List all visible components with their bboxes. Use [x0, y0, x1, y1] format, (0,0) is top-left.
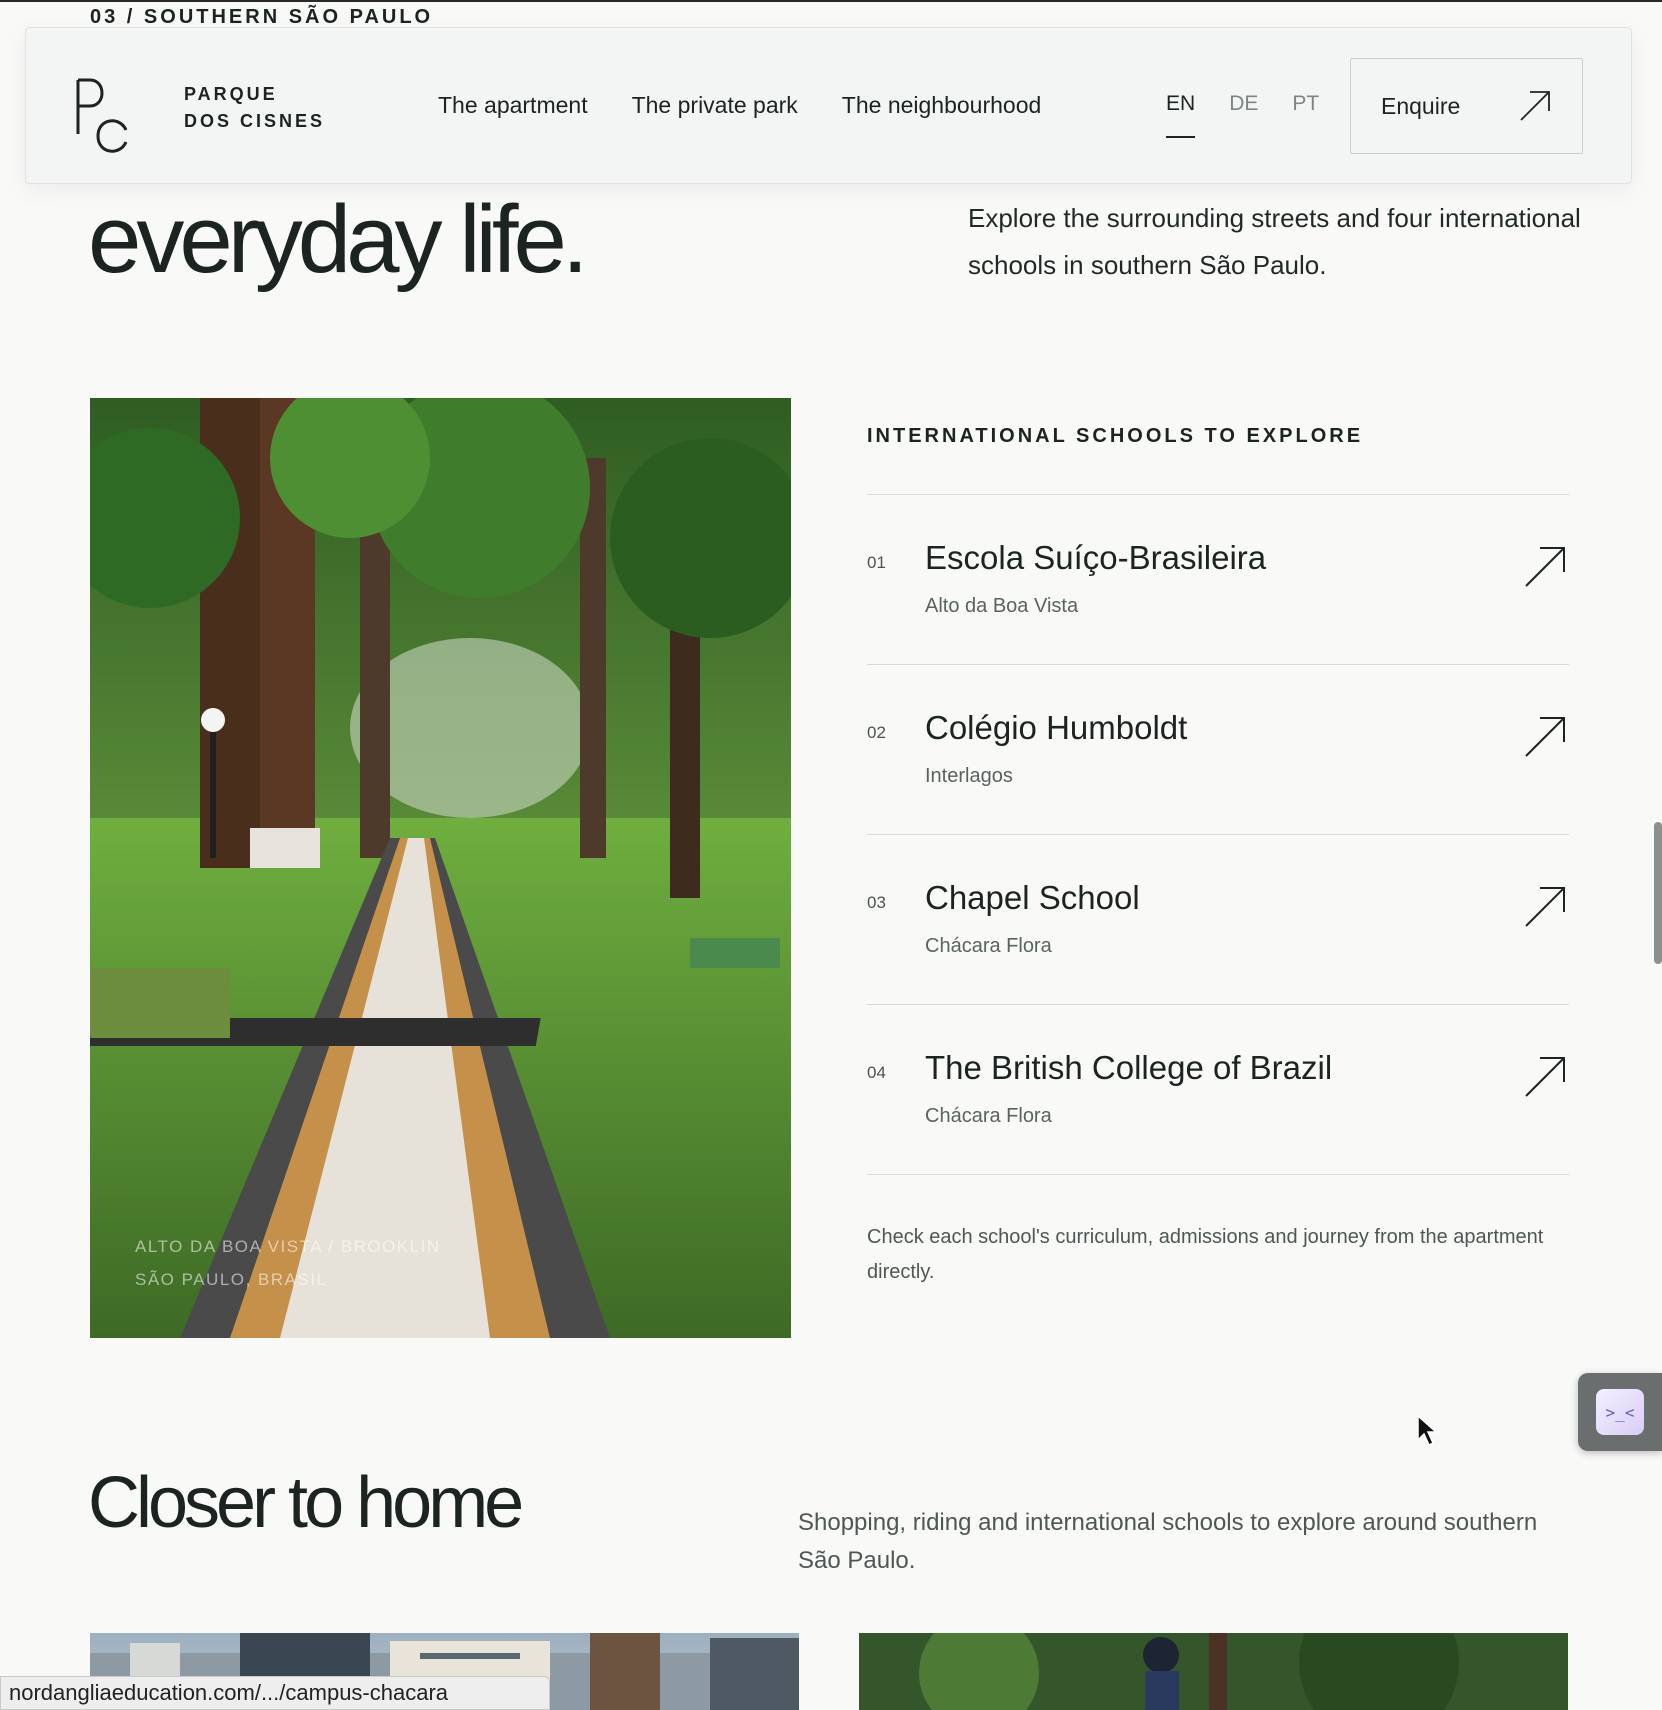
- school-name: The British College of Brazil: [925, 1049, 1333, 1086]
- school-area: Chácara Flora: [925, 1105, 1052, 1127]
- school-item[interactable]: 01 Escola Suíço-Brasileira Alto da Boa V…: [867, 495, 1569, 665]
- hero-title: everyday life.: [88, 186, 589, 293]
- schools-list: 01 Escola Suíço-Brasileira Alto da Boa V…: [867, 494, 1569, 1175]
- enquire-label: Enquire: [1381, 92, 1461, 119]
- school-number: 04: [867, 1063, 886, 1082]
- mouse-cursor-icon: [1417, 1414, 1438, 1447]
- arrow-up-right-icon: [1520, 91, 1550, 121]
- riding-image[interactable]: [859, 1633, 1568, 1710]
- riding-illustration: [859, 1633, 1568, 1710]
- chat-face-icon: >_<: [1596, 1389, 1644, 1435]
- photo-caption-line-2: SÃO PAULO, BRASIL: [135, 1270, 328, 1289]
- scrollbar[interactable]: [1638, 0, 1662, 1710]
- lang-de[interactable]: DE: [1229, 92, 1258, 116]
- arrow-up-right-icon: [1525, 1057, 1565, 1097]
- intro-text: Explore the surrounding streets and four…: [968, 203, 1581, 280]
- enquire-button[interactable]: Enquire: [1350, 58, 1583, 154]
- brand-line-2: DOS CISNES: [184, 111, 326, 131]
- schools-heading: INTERNATIONAL SCHOOLS TO EXPLORE: [867, 425, 1364, 447]
- school-name: Escola Suíço-Brasileira: [925, 539, 1267, 576]
- top-border: [0, 0, 1662, 2]
- arrow-up-right-icon: [1525, 887, 1565, 927]
- language-switcher: EN DE PT: [1166, 92, 1319, 138]
- school-number: 01: [867, 553, 886, 572]
- scrollbar-thumb[interactable]: [1654, 822, 1662, 964]
- school-area: Interlagos: [925, 765, 1013, 787]
- main-nav: The apartment The private park The neigh…: [438, 92, 1041, 119]
- park-path-photo: ALTO DA BOA VISTA / BROOKLIN SÃO PAULO, …: [90, 398, 791, 1338]
- closer-text: Shopping, riding and international schoo…: [798, 1509, 1538, 1574]
- school-item[interactable]: 04 The British College of Brazil Chácara…: [867, 1005, 1569, 1175]
- park-illustration: [90, 398, 791, 1338]
- schools-note: Check each school's curriculum, admissio…: [867, 1226, 1544, 1283]
- arrow-up-right-icon: [1525, 717, 1565, 757]
- school-item[interactable]: 03 Chapel School Chácara Flora: [867, 835, 1569, 1005]
- school-number: 02: [867, 723, 886, 742]
- closer-title: Closer to home: [88, 1463, 524, 1543]
- logo-icon[interactable]: [72, 76, 132, 156]
- school-name: Chapel School: [925, 879, 1140, 916]
- photo-caption-line-1: ALTO DA BOA VISTA / BROOKLIN: [135, 1237, 441, 1256]
- nav-item-apartment[interactable]: The apartment: [438, 92, 588, 119]
- section-label: 03 / SOUTHERN SÃO PAULO: [90, 6, 434, 28]
- chat-widget-button[interactable]: >_<: [1578, 1373, 1662, 1451]
- arrow-up-right-icon: [1525, 547, 1565, 587]
- brand-name[interactable]: PARQUE DOS CISNES: [184, 81, 325, 135]
- school-area: Chácara Flora: [925, 935, 1052, 957]
- nav-item-private-park[interactable]: The private park: [632, 92, 798, 119]
- site-header: PARQUE DOS CISNES The apartment The priv…: [25, 27, 1632, 184]
- photo-caption: ALTO DA BOA VISTA / BROOKLIN SÃO PAULO, …: [135, 1230, 441, 1296]
- link-status-bar: nordangliaeducation.com/.../campus-chaca…: [0, 1676, 550, 1710]
- lang-en[interactable]: EN: [1166, 92, 1196, 138]
- school-number: 03: [867, 893, 886, 912]
- lang-pt[interactable]: PT: [1292, 92, 1319, 116]
- brand-line-1: PARQUE: [184, 84, 278, 104]
- school-item[interactable]: 02 Colégio Humboldt Interlagos: [867, 665, 1569, 835]
- school-area: Alto da Boa Vista: [925, 595, 1079, 617]
- nav-item-neighbourhood[interactable]: The neighbourhood: [842, 92, 1042, 119]
- school-name: Colégio Humboldt: [925, 709, 1188, 746]
